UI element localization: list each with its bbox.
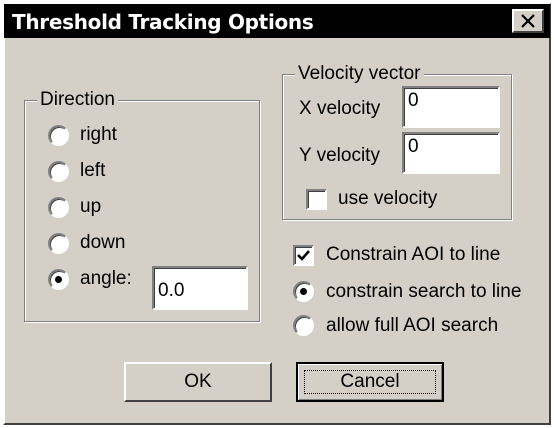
x-velocity-input[interactable]: 0 [402, 86, 500, 128]
direction-label-down[interactable]: down [80, 232, 125, 254]
direction-radio-left[interactable] [48, 161, 69, 182]
direction-radio-right[interactable] [48, 125, 69, 146]
constrain-search-label[interactable]: constrain search to line [326, 281, 521, 303]
constrain-aoi-label[interactable]: Constrain AOI to line [326, 244, 500, 266]
title-bar[interactable]: Threshold Tracking Options [4, 4, 550, 38]
direction-label-angle[interactable]: angle: [80, 268, 132, 290]
y-velocity-input[interactable]: 0 [402, 132, 500, 174]
radio-selected-dot [300, 288, 307, 295]
use-velocity-checkbox[interactable] [306, 189, 327, 210]
ok-button-label: OK [184, 371, 212, 392]
constrain-aoi-checkbox[interactable] [293, 245, 314, 266]
angle-input[interactable]: 0.0 [152, 266, 248, 310]
direction-radio-up[interactable] [48, 197, 69, 218]
constrain-search-radio[interactable] [293, 281, 314, 302]
full-aoi-search-radio[interactable] [293, 315, 314, 336]
ok-button[interactable]: OK [124, 362, 272, 402]
x-velocity-label: X velocity [299, 98, 381, 119]
direction-radio-down[interactable] [48, 233, 69, 254]
focus-indicator [304, 370, 436, 394]
close-icon [521, 14, 535, 28]
full-aoi-search-label[interactable]: allow full AOI search [326, 315, 498, 337]
direction-label-up[interactable]: up [80, 196, 101, 218]
close-button[interactable] [512, 9, 544, 33]
dialog-title: Threshold Tracking Options [12, 10, 314, 34]
direction-label-right[interactable]: right [80, 124, 117, 146]
y-velocity-label: Y velocity [299, 145, 380, 166]
direction-radio-angle[interactable] [48, 269, 69, 290]
cancel-button[interactable]: Cancel [296, 362, 444, 402]
direction-legend: Direction [37, 89, 118, 111]
direction-label-left[interactable]: left [80, 160, 105, 182]
use-velocity-label[interactable]: use velocity [338, 188, 437, 210]
checkmark-icon [297, 250, 310, 261]
radio-selected-dot [55, 276, 62, 283]
velocity-legend: Velocity vector [295, 63, 424, 85]
